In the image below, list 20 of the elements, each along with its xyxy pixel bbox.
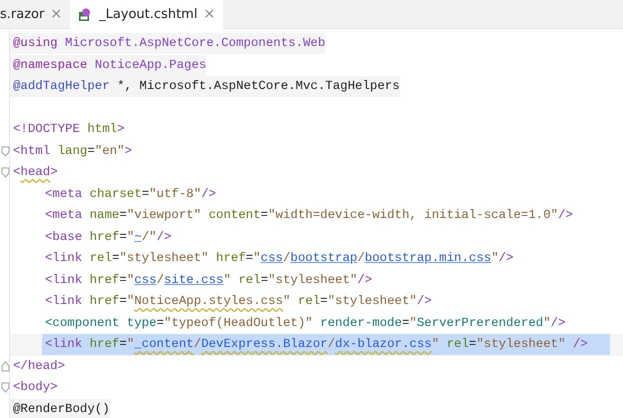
code-line: </head>: [12, 358, 66, 375]
code-line: <head>: [12, 164, 58, 182]
fold-icon[interactable]: [1, 382, 10, 393]
code-line: <meta name="viewport" content="width=device-width, initial-scale=1.0"/>: [44, 207, 573, 224]
code-line: <body>: [12, 379, 58, 396]
file-icon: [78, 8, 92, 22]
file-tab[interactable]: _Layout.cshtml ×: [70, 0, 224, 29]
close-icon[interactable]: ×: [203, 4, 216, 25]
fold-icon[interactable]: [1, 146, 10, 156]
code-line: <base href="~/"/>: [44, 228, 172, 246]
code-line: <!DOCTYPE html>: [12, 121, 125, 138]
code-line: <component type="typeof(HeadOutlet)" render-mode="ServerPrerendered"/>: [44, 314, 566, 332]
code-line: <link href="NoticeApp.styles.css" rel="stylesheet"/>: [44, 293, 432, 310]
fold-icon[interactable]: [1, 360, 10, 372]
code-line: <link rel="stylesheet" href="css/bootstrap/bootstrap.min.css"/>: [44, 250, 514, 268]
file-tab[interactable]: s.razor ×: [0, 0, 70, 29]
code-line: <link href="css/site.css" rel="stylesheet"/>: [44, 272, 372, 289]
fold-icon[interactable]: [1, 167, 10, 178]
code-line: <html lang="en">: [12, 142, 132, 160]
code-line: <meta charset="utf-8"/>: [44, 186, 216, 203]
